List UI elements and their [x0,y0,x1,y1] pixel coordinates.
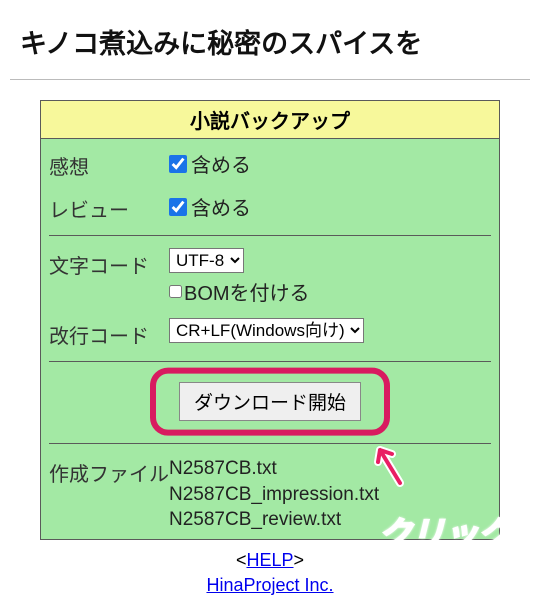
row-download: ダウンロード開始 [41,368,499,437]
company-link[interactable]: HinaProject Inc. [206,575,333,595]
row-charset: 文字コード UTF-8 BOMを付ける [41,242,499,312]
created-file: N2587CB_impression.txt [169,482,491,508]
divider [10,79,530,80]
download-button[interactable]: ダウンロード開始 [179,382,361,421]
panel-header: 小説バックアップ [41,101,499,139]
separator [49,235,491,236]
reviews-checkbox-label: 含める [191,192,251,221]
row-reviews: レビュー 含める [41,186,499,229]
backup-panel: 小説バックアップ 感想 含める レビュー 含める 文字コード UTF-8 [40,100,500,540]
help-link[interactable]: HELP [246,550,293,570]
charset-label: 文字コード [49,248,169,279]
row-created-files: 作成ファイル N2587CB.txt N2587CB_impression.tx… [41,450,499,539]
page-title: キノコ煮込みに秘密のスパイスを [0,0,540,79]
created-files-label: 作成ファイル [49,456,169,487]
created-file: N2587CB_review.txt [169,507,491,533]
reviews-label: レビュー [49,192,169,223]
row-impressions: 感想 含める [41,139,499,186]
separator [49,443,491,444]
impressions-checkbox[interactable] [169,155,187,173]
newline-select[interactable]: CR+LF(Windows向け) [169,318,364,343]
newline-label: 改行コード [49,318,169,349]
impressions-checkbox-label: 含める [191,149,251,178]
row-newline: 改行コード CR+LF(Windows向け) [41,312,499,355]
created-file: N2587CB.txt [169,456,491,482]
bom-checkbox[interactable] [169,285,182,298]
reviews-checkbox[interactable] [169,198,187,216]
charset-select[interactable]: UTF-8 [169,248,244,273]
separator [49,361,491,362]
bom-label: BOMを付ける [184,277,310,306]
impressions-label: 感想 [49,149,169,180]
footer: <HELP> HinaProject Inc. [0,548,540,598]
